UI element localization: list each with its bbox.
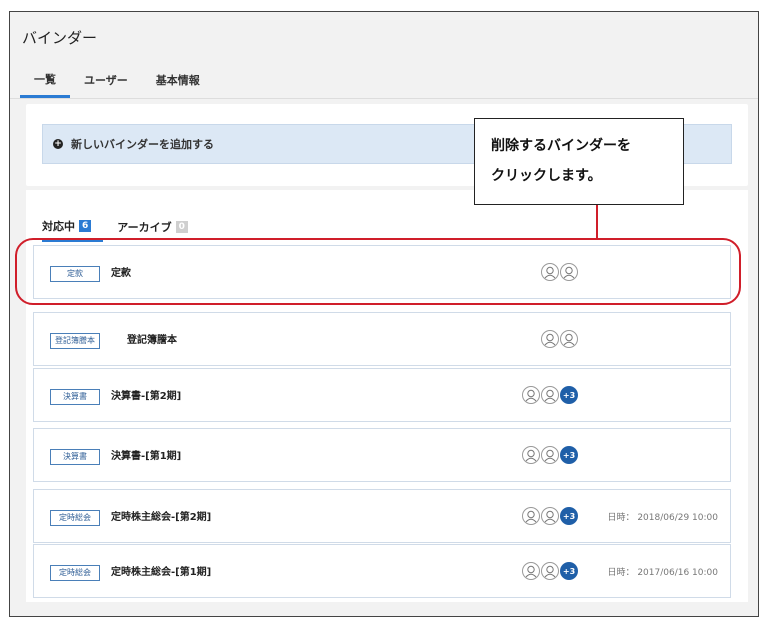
active-count-badge: 6 (79, 220, 92, 232)
avatar-icon (541, 330, 559, 348)
more-members-badge: +3 (560, 446, 578, 464)
binder-name: 決算書-[第2期] (111, 391, 182, 402)
avatar-icon (522, 446, 540, 464)
avatar-icon (541, 446, 559, 464)
binder-name: 定時株主総会-[第1期] (111, 567, 212, 578)
binder-category-badge: 定時総会 (50, 510, 100, 526)
more-members-badge: +3 (560, 507, 578, 525)
binder-row[interactable]: 決算書 決算書-[第1期] +3 (33, 428, 731, 482)
more-members-badge: +3 (560, 562, 578, 580)
meeting-date: 日時： 2018/06/29 10:00 (607, 513, 718, 523)
avatar-icon (541, 386, 559, 404)
binder-row[interactable]: 定時総会 定時株主総会-[第1期] +3 日時： 2017/06/16 10:00 (33, 544, 731, 598)
plus-circle-icon: + (53, 139, 63, 149)
binder-name: 登記簿謄本 (127, 335, 177, 346)
member-avatars: +3 (522, 446, 578, 464)
tab-archive-label: アーカイブ (117, 221, 172, 234)
tab-list[interactable]: 一覧 (20, 62, 70, 98)
avatar-icon (541, 507, 559, 525)
binder-row[interactable]: 登記簿謄本 登記簿謄本 (33, 312, 731, 366)
add-binder-label: 新しいバインダーを追加する (71, 138, 214, 151)
binder-row[interactable]: 決算書 決算書-[第2期] +3 (33, 368, 731, 422)
highlight-circle (15, 238, 741, 305)
binder-name: 決算書-[第1期] (111, 451, 182, 462)
binder-category-badge: 決算書 (50, 449, 100, 465)
tab-users[interactable]: ユーザー (70, 62, 142, 98)
page-title: バインダー (22, 28, 98, 47)
binder-category-badge: 登記簿謄本 (50, 333, 100, 349)
avatar-icon (541, 562, 559, 580)
instruction-callout: 削除するバインダーを クリックします。 (474, 118, 684, 205)
binder-name: 定時株主総会-[第2期] (111, 512, 212, 523)
callout-line-1: 削除するバインダーを (491, 138, 631, 154)
more-members-badge: +3 (560, 386, 578, 404)
member-avatars: +3 (522, 386, 578, 404)
tab-basic-info[interactable]: 基本情報 (142, 62, 214, 98)
meeting-date: 日時： 2017/06/16 10:00 (607, 568, 718, 578)
tab-active-label: 対応中 (42, 220, 75, 233)
avatar-icon (522, 507, 540, 525)
binder-category-badge: 定時総会 (50, 565, 100, 581)
app-window: バインダー 一覧 ユーザー 基本情報 + 新しいバインダーを追加する 対応中 6… (9, 11, 759, 617)
callout-pointer (596, 205, 598, 238)
avatar-icon (522, 562, 540, 580)
member-avatars: +3 (522, 507, 578, 525)
tab-bar: 一覧 ユーザー 基本情報 (10, 62, 758, 99)
member-avatars (541, 330, 579, 348)
avatar-icon (560, 330, 578, 348)
avatar-icon (522, 386, 540, 404)
binder-category-badge: 決算書 (50, 389, 100, 405)
archive-count-badge: 0 (175, 221, 188, 233)
binder-row[interactable]: 定時総会 定時株主総会-[第2期] +3 日時： 2018/06/29 10:00 (33, 489, 731, 543)
callout-line-2: クリックします。 (491, 168, 602, 184)
member-avatars: +3 (522, 562, 578, 580)
